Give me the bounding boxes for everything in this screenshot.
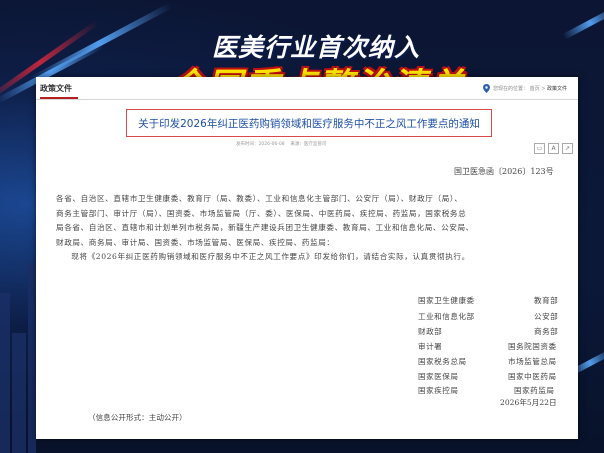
location-pin-icon bbox=[483, 84, 490, 93]
signatory: 国务院国资委 bbox=[508, 342, 557, 351]
signatory: 国家卫生健康委 bbox=[418, 296, 475, 305]
signatory: 审计署 bbox=[418, 342, 443, 351]
source: 来源：医疗监管司 bbox=[290, 142, 327, 147]
signatory: 国家疾控局 bbox=[418, 386, 459, 395]
recipients-block: 各省、自治区、直辖市卫生健康委、教育厅（局、教委）、工业和信息化主管部门、公安厅… bbox=[56, 192, 556, 265]
title-box: 关于印发2026年纠正医药购销领域和医疗服务中不正之风工作要点的通知 bbox=[126, 109, 492, 137]
font-size-icon[interactable]: A bbox=[548, 143, 559, 154]
breadcrumb-home[interactable]: 首页 bbox=[530, 86, 540, 92]
recipients-line: 局各省、自治区、直辖市和计划单列市税务局，新疆生产建设兵团卫生健康委、教育局、工… bbox=[56, 223, 474, 233]
signatory: 财政部 bbox=[418, 327, 443, 336]
section-underline bbox=[40, 97, 78, 99]
share-icon[interactable]: ↗ bbox=[562, 143, 573, 154]
signatory: 国家中医药局 bbox=[508, 372, 557, 381]
document-number: 国卫医急函〔2026〕123号 bbox=[454, 167, 554, 176]
article-tools: ▭ A ↗ bbox=[531, 135, 573, 154]
document-date: 2026年5月22日 bbox=[500, 398, 557, 407]
disclosure-note: （信息公开形式：主动公开） bbox=[88, 413, 187, 422]
publish-date: 发布时间：2026-06-08 bbox=[236, 142, 285, 147]
recipients-line: 各省、自治区、直辖市卫生健康委、教育厅（局、教委）、工业和信息化主管部门、公安厅… bbox=[56, 194, 463, 203]
document-page: 政策文件 您现在的位置： 首页 > 政策文件 关于印发2026年纠正医药购销领域… bbox=[36, 77, 578, 439]
city-silhouette bbox=[28, 263, 36, 453]
breadcrumb: 您现在的位置： 首页 > 政策文件 bbox=[493, 86, 568, 92]
signatory: 教育部 bbox=[534, 296, 559, 305]
signatory: 工业和信息化部 bbox=[418, 312, 475, 321]
signatory: 国家药监局 bbox=[514, 386, 555, 395]
print-icon[interactable]: ▭ bbox=[534, 143, 545, 154]
recipients-line: 商务主管部门、审计厅（局）、国资委、市场监管局（厅、委）、医保局、中医药局、疾控… bbox=[56, 208, 467, 218]
signatory: 市场监管总局 bbox=[508, 357, 557, 366]
signatory: 商务部 bbox=[534, 327, 559, 336]
recipients-line: 财政局、商务局、审计局、国资委、市场监管局、医保局、疾控局、药监局： bbox=[56, 237, 335, 247]
signatory: 公安部 bbox=[534, 312, 559, 321]
page-title: 关于印发2026年纠正医药购销领域和医疗服务中不正之风工作要点的通知 bbox=[138, 118, 480, 130]
location-label: 您现在的位置： bbox=[493, 86, 529, 92]
body-paragraph: 现将《2026年纠正医药购销领域和医疗服务中不正之风工作要点》印发给你们，请结合… bbox=[71, 252, 470, 262]
city-silhouette bbox=[0, 293, 10, 453]
city-silhouette bbox=[12, 333, 26, 453]
section-title[interactable]: 政策文件 bbox=[40, 83, 72, 94]
breadcrumb-current[interactable]: 政策文件 bbox=[547, 86, 567, 92]
signatory: 国家税务总局 bbox=[418, 357, 467, 366]
article-meta: 发布时间：2026-06-08 来源：医疗监管司 bbox=[236, 141, 326, 147]
signatory: 国家医保局 bbox=[418, 372, 459, 381]
page-header: 政策文件 您现在的位置： 首页 > 政策文件 bbox=[36, 77, 578, 100]
